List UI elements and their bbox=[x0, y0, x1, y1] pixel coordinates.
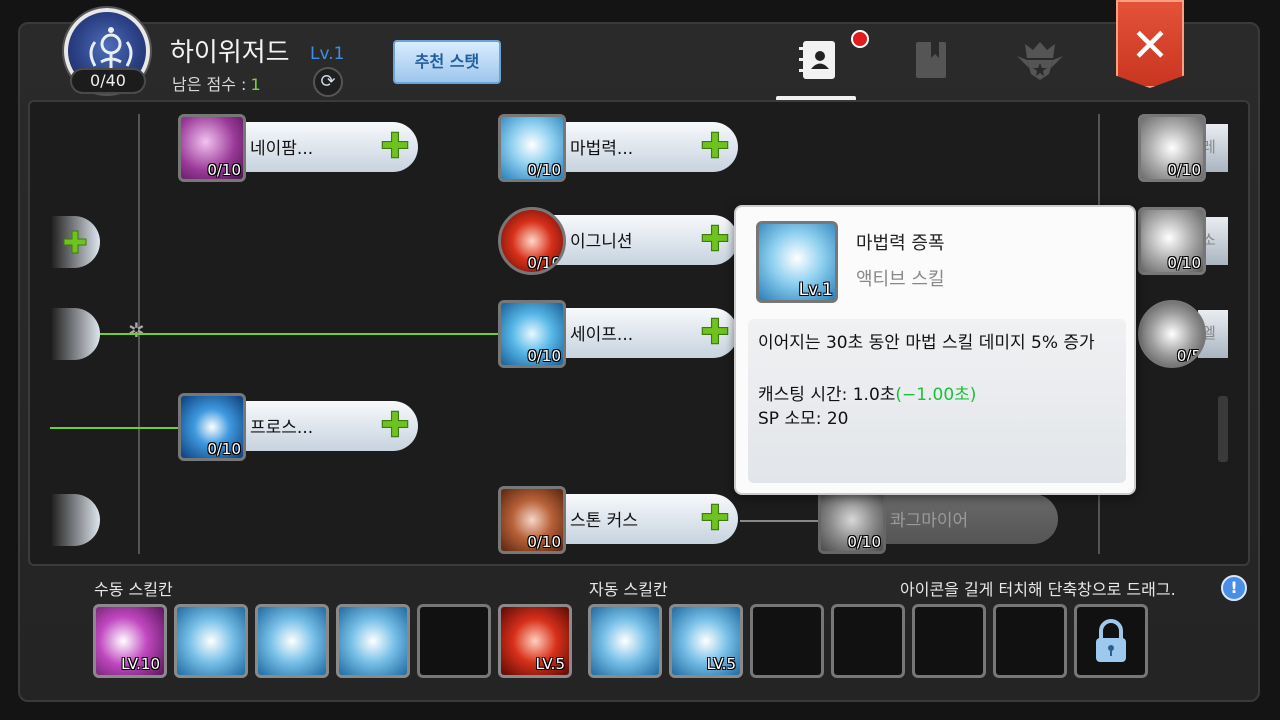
bookmark-book-icon bbox=[916, 42, 946, 78]
skill-node-magic-power[interactable]: 마법력... 0/10 bbox=[498, 114, 738, 182]
plus-icon bbox=[63, 230, 87, 254]
plus-icon bbox=[701, 131, 729, 159]
skill-node-safety[interactable]: 세이프... 0/10 bbox=[498, 300, 738, 368]
skill-name: 콰그마이어 bbox=[890, 511, 969, 531]
safety-wall-icon: 0/10 bbox=[498, 300, 566, 368]
manual-slot-5[interactable] bbox=[417, 604, 491, 678]
magic-power-icon: 0/10 bbox=[498, 114, 566, 182]
divider-star-icon: ✲ bbox=[128, 318, 145, 342]
tooltip-skill-name: 마법력 증폭 bbox=[856, 233, 945, 254]
skill-node-frost[interactable]: 프로스... 0/10 bbox=[178, 393, 418, 461]
auto-slots-label: 자동 스킬칸 bbox=[589, 580, 668, 599]
skill-node-partial[interactable] bbox=[52, 494, 100, 546]
manual-slots-label: 수동 스킬칸 bbox=[94, 580, 173, 599]
manual-slot-2[interactable] bbox=[174, 604, 248, 678]
skill-node-napalm[interactable]: 네이팜... 0/10 bbox=[178, 114, 418, 182]
locked-skill-icon: 0/10 bbox=[1138, 207, 1206, 275]
plus-icon bbox=[701, 317, 729, 345]
tab-emblem[interactable] bbox=[1015, 38, 1065, 82]
skill-node-partial[interactable] bbox=[52, 308, 100, 360]
auto-slot-locked[interactable] bbox=[1074, 604, 1148, 678]
plus-icon bbox=[701, 224, 729, 252]
notification-dot bbox=[851, 30, 869, 48]
recommend-stat-button[interactable]: 추천 스탯 bbox=[393, 40, 501, 84]
connector-line-active bbox=[50, 427, 190, 429]
manual-slot-4[interactable] bbox=[336, 604, 410, 678]
contacts-book-icon bbox=[799, 41, 835, 79]
close-icon: ✕ bbox=[1130, 18, 1170, 72]
lock-icon bbox=[1096, 619, 1126, 662]
magic-power-icon: Lv.1 bbox=[756, 221, 838, 303]
skill-node-right-1[interactable]: 레 0/10 bbox=[1138, 114, 1230, 182]
info-icon[interactable]: ! bbox=[1221, 575, 1247, 601]
remaining-points-label: 남은 점수 : bbox=[172, 75, 247, 94]
tab-skill-book[interactable] bbox=[794, 38, 844, 82]
skill-node-right-3[interactable]: 엘 0/5 bbox=[1138, 300, 1230, 368]
skill-tooltip: Lv.1 마법력 증폭 액티브 스킬 이어지는 30초 동안 마법 스킬 데미지… bbox=[734, 205, 1136, 495]
scrollbar[interactable] bbox=[1218, 396, 1228, 462]
skill-node-right-2[interactable]: 소 0/10 bbox=[1138, 207, 1230, 275]
remaining-points-value: 1 bbox=[250, 75, 261, 94]
tooltip-description-text: 이어지는 30초 동안 마법 스킬 데미지 5% 증가 bbox=[758, 333, 1095, 353]
plus-icon bbox=[381, 131, 409, 159]
auto-slot-5[interactable] bbox=[912, 604, 986, 678]
tooltip-sp-cost: SP 소모: 20 bbox=[758, 409, 849, 429]
close-button[interactable]: ✕ bbox=[1116, 0, 1184, 88]
plus-icon bbox=[701, 503, 729, 531]
manual-slot-1[interactable]: LV.10 bbox=[93, 604, 167, 678]
auto-slot-3[interactable] bbox=[750, 604, 824, 678]
skill-node-quagmire[interactable]: 콰그마이어 0/10 bbox=[818, 486, 1058, 554]
skill-node-partial[interactable] bbox=[52, 216, 100, 268]
job-level: Lv.1 bbox=[310, 44, 345, 64]
auto-slot-1[interactable] bbox=[588, 604, 662, 678]
refresh-icon[interactable]: ⟳ bbox=[313, 67, 343, 97]
stone-curse-icon: 0/10 bbox=[498, 486, 566, 554]
auto-slot-2[interactable]: LV.5 bbox=[669, 604, 743, 678]
skill-name: 스톤 커스 bbox=[570, 511, 638, 531]
connector-line-active bbox=[100, 333, 500, 335]
skill-node-stone-curse[interactable]: 스톤 커스 0/10 bbox=[498, 486, 738, 554]
manual-slot-3[interactable] bbox=[255, 604, 329, 678]
ignition-icon: 0/10 bbox=[498, 207, 566, 275]
plus-icon bbox=[381, 410, 409, 438]
auto-slot-6[interactable] bbox=[993, 604, 1067, 678]
skill-name: 프로스... bbox=[250, 418, 314, 438]
tooltip-cast-time: 캐스팅 시간: 1.0초(−1.00초) bbox=[758, 385, 977, 405]
napalm-icon: 0/10 bbox=[178, 114, 246, 182]
locked-skill-icon: 0/5 bbox=[1138, 300, 1206, 368]
drag-hint: 아이콘을 길게 터치해 단축창으로 드래그. bbox=[900, 580, 1176, 599]
auto-slot-4[interactable] bbox=[831, 604, 905, 678]
tooltip-skill-type: 액티브 스킬 bbox=[856, 269, 945, 290]
locked-skill-icon: 0/10 bbox=[1138, 114, 1206, 182]
crown-shield-icon bbox=[1017, 42, 1063, 80]
quagmire-icon: 0/10 bbox=[818, 486, 886, 554]
connector-line bbox=[740, 520, 830, 522]
skill-name: 네이팜... bbox=[250, 139, 314, 159]
skill-node-ignition[interactable]: 이그니션 0/10 bbox=[498, 207, 738, 275]
manual-slot-6[interactable]: LV.5 bbox=[498, 604, 572, 678]
job-title: 하이위저드 bbox=[170, 38, 290, 68]
remaining-points: 남은 점수 :1 bbox=[172, 71, 261, 95]
skill-name: 마법력... bbox=[570, 139, 634, 159]
skill-points-counter: 0/40 bbox=[70, 68, 146, 94]
skill-name: 이그니션 bbox=[570, 232, 633, 252]
tooltip-description: 이어지는 30초 동안 마법 스킬 데미지 5% 증가 캐스팅 시간: 1.0초… bbox=[748, 319, 1126, 483]
skill-name: 세이프... bbox=[570, 325, 634, 345]
tab-book[interactable] bbox=[906, 38, 956, 82]
frost-nova-icon: 0/10 bbox=[178, 393, 246, 461]
